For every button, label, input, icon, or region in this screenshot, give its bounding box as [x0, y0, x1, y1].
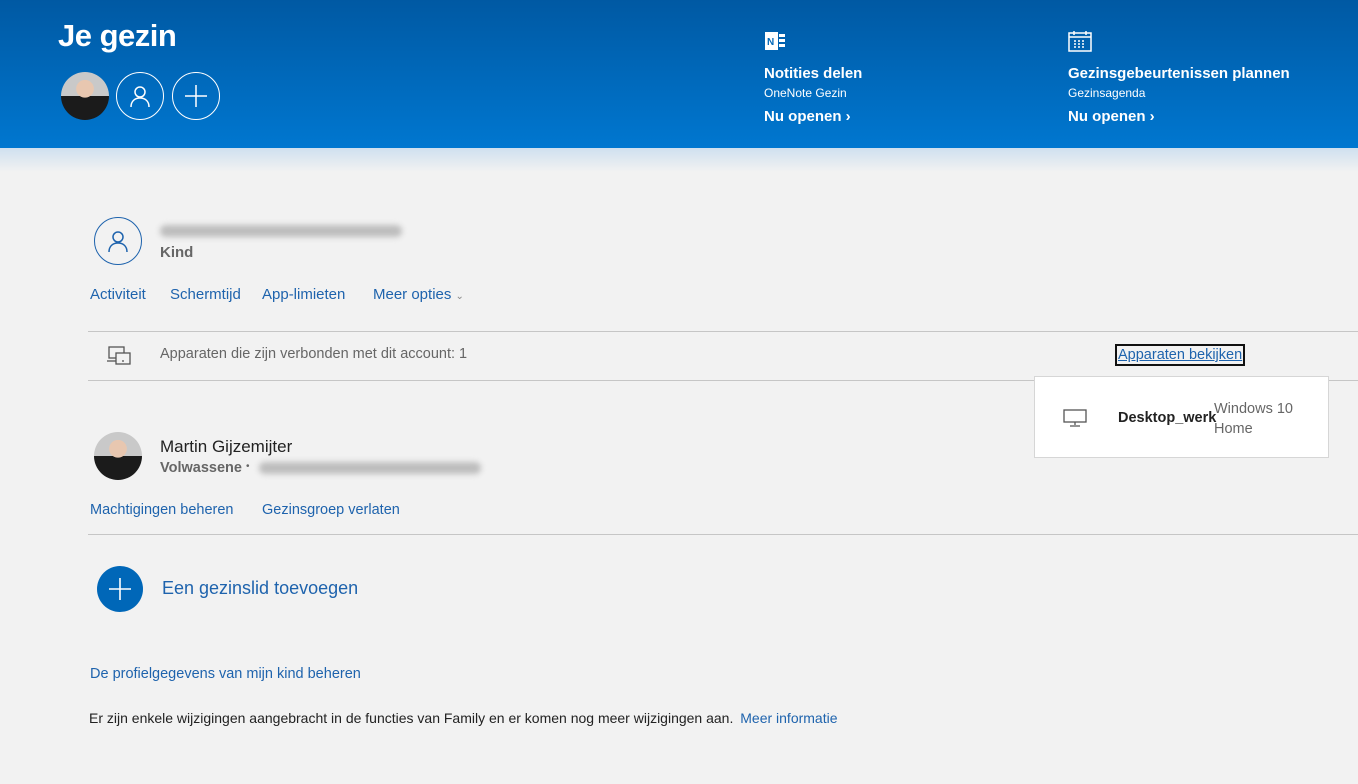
promo-heading: Notities delen: [764, 65, 863, 82]
manage-child-profile-link[interactable]: De profielgegevens van mijn kind beheren: [90, 666, 361, 682]
divider: [88, 331, 1358, 332]
app-limits-link[interactable]: App-limieten: [262, 286, 345, 303]
person-icon: [108, 231, 128, 253]
activity-link[interactable]: Activiteit: [90, 286, 146, 303]
add-member-button[interactable]: [97, 566, 143, 612]
separator-dot: •: [246, 461, 250, 472]
device-popup: Desktop_werk Windows 10 Home: [1034, 376, 1329, 458]
plus-icon: [109, 578, 131, 600]
avatar-martin[interactable]: [61, 72, 109, 120]
add-member-link[interactable]: Een gezinslid toevoegen: [162, 578, 358, 599]
screen-time-link[interactable]: Schermtijd: [170, 286, 241, 303]
more-options-label: Meer opties: [373, 286, 452, 303]
add-member-header-button[interactable]: [172, 72, 220, 120]
child-email-blurred: [160, 225, 402, 237]
child-role: Kind: [160, 244, 194, 261]
header: Je gezin N Notities delen OneNote Gezin …: [0, 0, 1358, 148]
more-info-link[interactable]: Meer informatie: [740, 710, 837, 726]
notice-text: Er zijn enkele wijzigingen aangebracht i…: [89, 710, 734, 726]
notice: Er zijn enkele wijzigingen aangebracht i…: [89, 710, 838, 726]
promo-calendar: Gezinsgebeurtenissen plannen Gezinsagend…: [1068, 30, 1290, 125]
adult-avatar[interactable]: [94, 432, 142, 480]
svg-text:N: N: [767, 37, 774, 48]
promo-heading: Gezinsgebeurtenissen plannen: [1068, 65, 1290, 82]
device-os: Windows 10 Home: [1214, 401, 1293, 437]
adult-email-blurred: [259, 462, 481, 474]
header-fade: [0, 148, 1358, 172]
monitor-icon: [1063, 409, 1087, 427]
devices-icon: [107, 346, 131, 365]
device-name[interactable]: Desktop_werk: [1118, 410, 1216, 426]
promo-sub: OneNote Gezin: [764, 86, 847, 100]
plus-icon: [185, 85, 207, 107]
child-avatar-button[interactable]: [116, 72, 164, 120]
onenote-icon: N: [765, 32, 785, 50]
view-devices-link[interactable]: Apparaten bekijken: [1115, 344, 1246, 366]
adult-role: Volwassene: [160, 460, 242, 476]
calendar-icon: [1068, 31, 1092, 52]
promo-sub: Gezinsagenda: [1068, 86, 1146, 100]
divider: [88, 534, 1358, 535]
calendar-open-link[interactable]: Nu openen ›: [1068, 108, 1290, 125]
leave-family-link[interactable]: Gezinsgroep verlaten: [262, 502, 400, 518]
manage-permissions-link[interactable]: Machtigingen beheren: [90, 502, 234, 518]
onenote-open-link[interactable]: Nu openen ›: [764, 108, 862, 125]
child-avatar[interactable]: [94, 217, 142, 265]
adult-name: Martin Gijzemijter: [160, 437, 293, 456]
promo-onenote: N Notities delen OneNote Gezin Nu openen…: [764, 30, 862, 125]
devices-count-text: Apparaten die zijn verbonden met dit acc…: [160, 346, 468, 362]
page-title: Je gezin: [58, 18, 177, 53]
person-icon: [130, 86, 150, 108]
more-options-dropdown[interactable]: Meer opties ⌄: [373, 286, 464, 303]
chevron-down-icon: ⌄: [455, 291, 464, 302]
